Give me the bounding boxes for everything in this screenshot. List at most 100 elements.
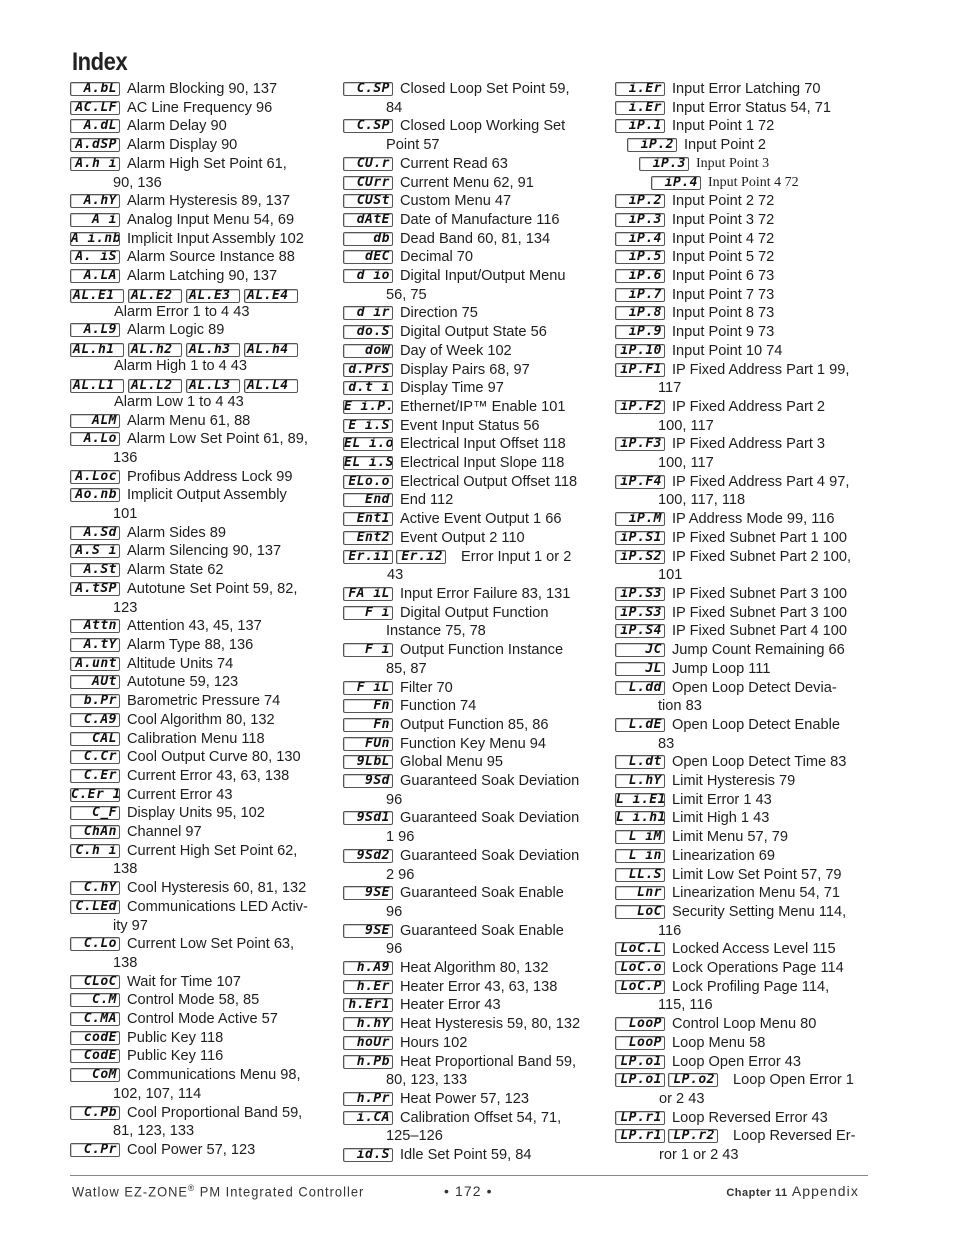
seven-segment-code: Fn <box>343 717 393 732</box>
seven-segment-code: 9SE <box>343 923 393 938</box>
entry-text: Limit High 1 43 <box>672 810 769 826</box>
seven-segment-code: F iL <box>343 680 393 695</box>
entry-term: Calibration Menu 118 <box>127 730 265 747</box>
seven-segment-code: do.S <box>343 325 393 340</box>
entry-term: Event Output 2 110 <box>400 529 525 546</box>
entry-text: Input Point 4 72 <box>672 231 774 247</box>
entry-term: Closed Loop Working Set <box>400 118 566 135</box>
entry-text: Control Mode 58, 85 <box>127 992 259 1008</box>
seven-segment-code: C.Er <box>70 768 120 783</box>
seven-segment-code: iP.5 <box>615 250 665 265</box>
entry-term: Heat Hysteresis 59, 80, 132 <box>400 1016 581 1033</box>
index-entry: h.Er1 Heater Error 43 <box>343 996 611 1015</box>
entry-term: Heater Error 43 <box>400 997 501 1014</box>
entry-term: Alarm Source Instance 88 <box>127 249 295 266</box>
entry-text: Display Units 95, 102 <box>127 805 265 821</box>
seven-segment-code: LP.r2 <box>668 1129 718 1144</box>
seven-segment-code: A.tSP <box>70 581 120 596</box>
entry-continuation: 2 96 <box>386 866 415 883</box>
display-code-group: C.Lo <box>70 935 120 952</box>
entry-term: Guaranteed Soak Deviation <box>400 773 580 790</box>
index-entry: AL.L1 AL.L2 AL.L3 AL.L4 Alarm Low 1 to 4 43 <box>70 377 338 412</box>
display-code-group: C.Er <box>70 767 120 783</box>
entry-term: Alarm Low Set Point 61, 89, <box>127 431 308 448</box>
seven-segment-code: EL i.S <box>343 456 393 471</box>
index-entry: L.dt Open Loop Detect Time 83 <box>615 753 883 772</box>
entry-term: Open Loop Detect Devia- <box>672 679 837 696</box>
display-code-group: iP.F4 <box>615 473 665 489</box>
entry-term: Public Key 116 <box>127 1048 224 1065</box>
seven-segment-code: A.hY <box>70 194 120 209</box>
display-code-group: C.h i <box>70 842 120 858</box>
entry-text: IP Address Mode 99, 116 <box>672 511 835 527</box>
index-entry: d.t i Display Time 97 <box>343 379 611 398</box>
entry-continuation: 138 <box>113 861 138 878</box>
index-entry: A.hY Alarm Hysteresis 89, 137 <box>70 192 338 211</box>
index-entry: iP.2 Input Point 2 <box>627 136 883 155</box>
entry-term: Loop Open Error 1 <box>733 1072 854 1089</box>
display-code-group: AL.h1 AL.h2 AL.h3 AL.h4 <box>70 341 338 358</box>
entry-text: AC Line Frequency 96 <box>127 100 272 116</box>
entry-text: Control Loop Menu 80 <box>672 1016 816 1032</box>
display-code-group: A.tY <box>70 636 120 652</box>
seven-segment-code: CUSt <box>343 194 393 209</box>
entry-term: Input Point 4 72 <box>672 230 775 247</box>
entry-text: Digital Output State 56 <box>400 324 547 340</box>
entry-text: Output Function 85, 86 <box>400 717 548 733</box>
entry-text: IP Fixed Subnet Part 2 100, 101 <box>658 549 883 585</box>
display-code-group: Attn <box>70 617 120 634</box>
seven-segment-code: E i.P.E <box>343 399 393 414</box>
display-code-group: A.dL <box>70 117 120 134</box>
entry-text: Alarm Menu 61, 88 <box>127 413 250 429</box>
seven-segment-code: d.PrS <box>343 362 393 377</box>
display-code-group: dAtE <box>343 211 393 227</box>
display-code-group: ALM <box>70 412 120 428</box>
index-entry: do.S Digital Output State 56 <box>343 323 611 342</box>
entry-term: Autotune 59, 123 <box>127 674 239 691</box>
entry-text: Input Point 9 73 <box>672 324 774 340</box>
display-code-group: iP.6 <box>615 267 665 284</box>
entry-continuation: 85, 87 <box>386 660 427 677</box>
index-entry: A.L9 Alarm Logic 89 <box>70 321 338 340</box>
entry-text: Input Error Status 54, 71 <box>672 100 831 116</box>
index-entry: iP.3 Input Point 3 72 <box>615 211 883 230</box>
seven-segment-code: iP.F4 <box>615 474 665 489</box>
index-entry: db Dead Band 60, 81, 134 <box>343 230 611 249</box>
entry-continuation: 80, 123, 133 <box>386 1072 468 1089</box>
entry-continuation: 136 <box>113 449 138 466</box>
entry-term: Alarm Delay 90 <box>127 118 227 135</box>
index-entry: d.PrS Display Pairs 68, 97 <box>343 361 611 380</box>
index-entry: dAtE Date of Manufacture 116 <box>343 211 611 230</box>
entry-continuation: 96 <box>386 941 403 958</box>
index-entry: i.CA Calibration Offset 54, 71, 125–126 <box>343 1109 611 1146</box>
entry-term: Alarm Display 90 <box>127 137 238 154</box>
index-entry: A i Analog Input Menu 54, 69 <box>70 211 338 230</box>
display-code-group: iP.3 <box>615 211 665 227</box>
index-entry: iP.F1 IP Fixed Address Part 1 99, 117 <box>615 361 883 398</box>
display-code-group: A.St <box>70 561 120 578</box>
entry-term: Digital Input/Output Menu <box>400 268 566 285</box>
entry-term: Digital Output State 56 <box>400 324 547 341</box>
entry-text: Alarm Low 1 to 4 43 <box>70 393 338 412</box>
entry-text: Decimal 70 <box>400 249 473 265</box>
display-code-group: i.Er <box>615 80 665 96</box>
display-code-group: iP.4 <box>651 174 701 190</box>
entry-term: IP Fixed Address Part 2 <box>672 398 826 415</box>
index-entry: C.Cr Cool Output Curve 80, 130 <box>70 748 338 767</box>
registered-mark: ® <box>188 1183 196 1193</box>
index-entry: iP.3 Input Point 3 <box>639 155 883 174</box>
seven-segment-code: iP.1 <box>615 119 665 134</box>
display-code-group: LP.r1 <box>615 1109 665 1125</box>
entry-term: Limit Menu 57, 79 <box>672 829 789 846</box>
entry-text: Calibration Menu 118 <box>127 731 265 747</box>
seven-segment-code: d io <box>343 269 393 284</box>
seven-segment-code: LP.r1 <box>615 1110 665 1125</box>
entry-continuation: 117 <box>658 380 682 397</box>
display-code-group: CAL <box>70 730 120 746</box>
seven-segment-code: b.Pr <box>70 694 120 709</box>
entry-text: Alarm Latching 90, 137 <box>127 268 277 284</box>
display-code-group: L.hY <box>615 772 665 789</box>
entry-term: IP Fixed Subnet Part 3 100 <box>672 604 847 621</box>
index-entry: CAL Calibration Menu 118 <box>70 730 338 749</box>
display-code-group: 9LbL <box>343 753 393 770</box>
